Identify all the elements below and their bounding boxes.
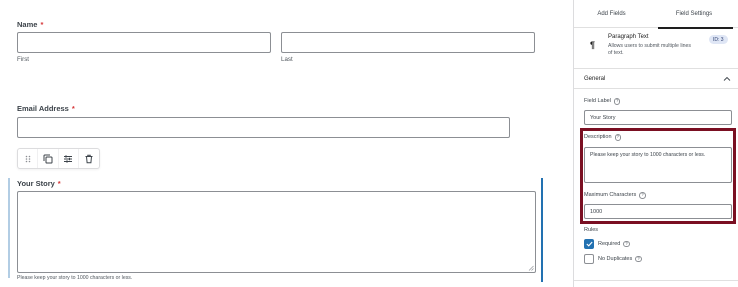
last-sublabel: Last: [281, 56, 293, 63]
story-textarea[interactable]: [17, 191, 536, 273]
no-duplicates-label: No Duplicates: [598, 256, 633, 262]
settings-sliders-icon[interactable]: [59, 149, 79, 168]
story-field-label: Your Story *: [17, 179, 61, 188]
duplicate-icon[interactable]: [38, 149, 59, 168]
required-checkbox[interactable]: [584, 239, 594, 249]
chevron-up-icon[interactable]: [723, 76, 731, 82]
field-id-badge: ID: 3: [709, 35, 728, 44]
help-icon[interactable]: ?: [613, 98, 621, 105]
email-field-label: Email Address *: [17, 104, 75, 113]
checkmark-icon: [585, 241, 593, 247]
story-description: Please keep your story to 1000 character…: [17, 275, 133, 281]
email-input[interactable]: [17, 117, 510, 138]
first-sublabel: First: [17, 56, 30, 63]
no-duplicates-checkbox[interactable]: [584, 254, 594, 264]
field-type-description: Allows users to submit multiple lines of…: [608, 43, 692, 57]
rule-no-duplicates-row[interactable]: No Duplicates?: [584, 254, 642, 264]
required-marker: *: [71, 104, 75, 113]
rules-label: Rules: [584, 227, 599, 233]
form-canvas: Name * First Last Email Address * Your Sto…: [0, 0, 572, 287]
help-icon[interactable]: ?: [623, 240, 630, 248]
tab-add-fields[interactable]: Add Fields: [574, 0, 649, 28]
help-icon[interactable]: ?: [635, 255, 642, 263]
field-type-name: Paragraph Text: [608, 34, 649, 40]
field-type-card: ¶ Paragraph Text Allows users to submit …: [574, 29, 738, 69]
trash-icon[interactable]: [79, 149, 99, 168]
resize-grip-icon[interactable]: [528, 265, 534, 271]
sidebar-tabs: Add Fields Field Settings: [574, 0, 738, 29]
field-toolbar: [17, 148, 100, 169]
required-marker: *: [57, 179, 61, 188]
rule-required-row[interactable]: Required?: [584, 239, 630, 249]
required-marker: *: [40, 20, 44, 29]
paragraph-icon: ¶: [590, 40, 596, 50]
email-label-text: Email Address: [17, 104, 69, 113]
story-label-text: Your Story: [17, 179, 55, 188]
name-label-text: Name: [17, 20, 38, 29]
first-name-input[interactable]: [17, 32, 271, 53]
field-label-input[interactable]: Your Story: [584, 110, 732, 125]
section-divider: [574, 280, 738, 281]
section-title: General: [584, 76, 606, 82]
field-label-text: Field Label: [584, 98, 611, 105]
highlight-annotation-box: [580, 128, 736, 224]
field-label-setting-label: Field Label?: [584, 98, 621, 105]
name-field-label: Name *: [17, 20, 43, 29]
drag-handle-icon[interactable]: [18, 149, 39, 168]
general-section-header[interactable]: General: [574, 69, 738, 89]
required-label: Required: [598, 241, 621, 247]
tab-field-settings[interactable]: Field Settings: [649, 0, 738, 28]
last-name-input[interactable]: [281, 32, 535, 53]
selected-field-indicator: [541, 178, 543, 282]
selected-field-marker: [8, 178, 10, 278]
